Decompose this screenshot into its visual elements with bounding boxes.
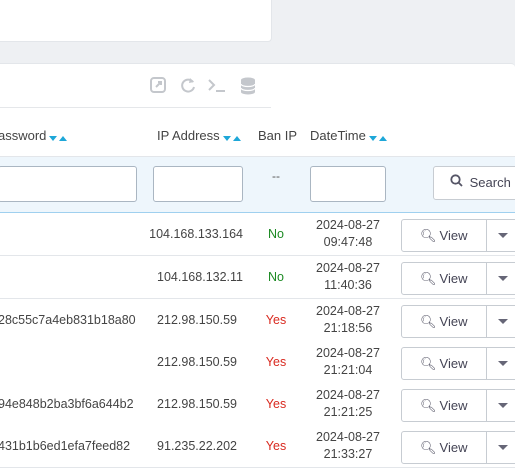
zoom-in-icon: 🔍︎: [420, 440, 437, 455]
datetime-cell: 2024-08-27 11:40:36: [316, 261, 380, 292]
datetime-cell: 2024-08-27 21:21:25: [316, 388, 380, 419]
ip-cell: 212.98.150.59: [157, 313, 237, 327]
datetime-cell: 2024-08-27 09:47:48: [316, 218, 380, 249]
zoom-in-icon: 🔍︎: [420, 314, 437, 329]
view-button[interactable]: 🔍︎ View: [401, 347, 515, 380]
ip-cell: 212.98.150.59: [157, 397, 237, 411]
ban-cell: Yes: [265, 355, 287, 369]
table-row: 104.168.132.11 No 2024-08-27 11:40:36 🔍︎ V…: [0, 256, 515, 299]
chevron-down-icon[interactable]: [498, 361, 508, 366]
results-panel: assword IP Address Ban IP DateTime -- Se…: [0, 63, 515, 468]
ban-cell: Yes: [265, 439, 287, 453]
table-row: 104.168.133.164 No 2024-08-27 09:47:48 🔍︎…: [0, 213, 515, 256]
view-button[interactable]: 🔍︎ View: [401, 389, 515, 422]
terminal-icon[interactable]: [207, 76, 227, 96]
ban-cell: Yes: [265, 397, 287, 411]
view-button[interactable]: 🔍︎ View: [401, 305, 515, 338]
sort-icon[interactable]: [368, 129, 387, 144]
database-icon[interactable]: [238, 76, 258, 96]
datetime-cell: 2024-08-27 21:21:04: [316, 346, 380, 377]
view-button[interactable]: 🔍︎ View: [401, 431, 515, 464]
ban-cell: No: [268, 270, 284, 284]
ip-filter-input[interactable]: [153, 166, 243, 202]
ban-cell: No: [268, 227, 284, 241]
chevron-down-icon[interactable]: [498, 445, 508, 450]
chevron-down-icon[interactable]: [498, 233, 508, 238]
ip-cell: 91.235.22.202: [157, 439, 237, 453]
zoom-in-icon: 🔍︎: [420, 271, 437, 286]
view-button[interactable]: 🔍︎ View: [401, 262, 515, 295]
datetime-filter-input[interactable]: [310, 166, 386, 202]
table-row: 94e848b2ba3bf6a644b2 212.98.150.59 Yes 2…: [0, 383, 515, 426]
zoom-in-icon: 🔍︎: [420, 228, 437, 243]
ban-cell: Yes: [265, 313, 287, 327]
datetime-cell: 2024-08-27 21:33:27: [316, 430, 380, 461]
search-icon: [450, 174, 467, 190]
datetime-cell: 2024-08-27 21:18:56: [316, 304, 380, 335]
view-button[interactable]: 🔍︎ View: [401, 219, 515, 252]
sort-icon[interactable]: [222, 129, 241, 144]
filter-row: -- Search: [0, 157, 515, 214]
sort-icon[interactable]: [49, 129, 68, 144]
table-row: 28c55c7a4eb831b18a80 212.98.150.59 Yes 2…: [0, 299, 515, 342]
table-header: assword IP Address Ban IP DateTime: [0, 108, 515, 157]
ip-cell: 212.98.150.59: [157, 355, 237, 369]
refresh-icon[interactable]: [178, 76, 198, 96]
ban-filter-placeholder: --: [272, 169, 280, 183]
chevron-down-icon[interactable]: [498, 403, 508, 408]
col-password[interactable]: assword: [0, 128, 68, 144]
col-ban-ip: Ban IP: [258, 128, 298, 143]
zoom-in-icon: 🔍︎: [420, 398, 437, 413]
top-card: [0, 0, 272, 42]
external-link-icon[interactable]: [148, 76, 168, 96]
password-filter-input[interactable]: [0, 166, 137, 202]
table-row: 212.98.150.59 Yes 2024-08-27 21:21:04 🔍︎ V…: [0, 341, 515, 384]
col-ip-address[interactable]: IP Address: [157, 128, 241, 144]
table-row: 431b1b6ed1efa7feed82 91.235.22.202 Yes 2…: [0, 425, 515, 468]
search-button[interactable]: Search: [433, 166, 515, 200]
chevron-down-icon[interactable]: [498, 276, 508, 281]
ip-cell: 104.168.132.11: [157, 270, 243, 284]
panel-toolbar: [0, 64, 271, 108]
ip-cell: 104.168.133.164: [149, 227, 243, 241]
col-datetime[interactable]: DateTime: [310, 128, 387, 144]
zoom-in-icon: 🔍︎: [420, 356, 437, 371]
chevron-down-icon[interactable]: [498, 319, 508, 324]
